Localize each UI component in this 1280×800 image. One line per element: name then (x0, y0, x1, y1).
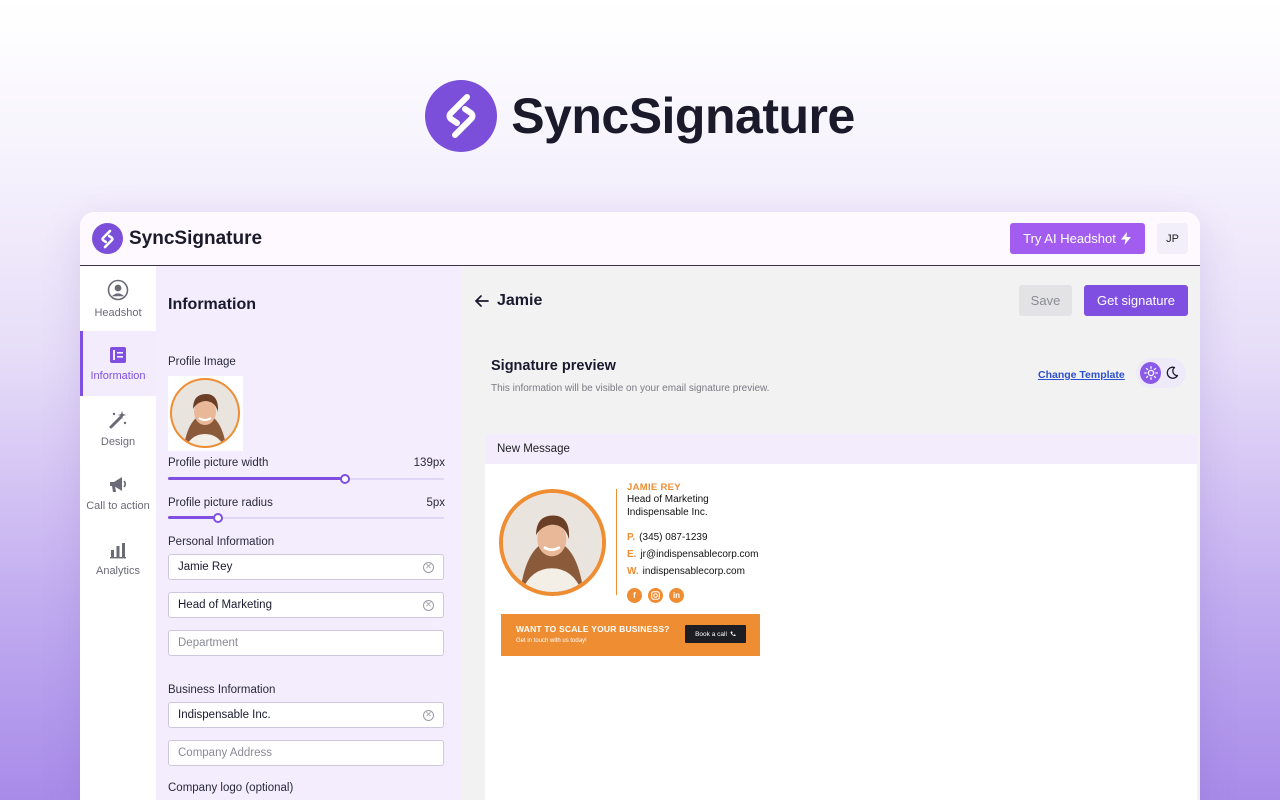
try-ai-headshot-label: Try AI Headshot (1023, 231, 1116, 246)
try-ai-headshot-button[interactable]: Try AI Headshot (1010, 223, 1145, 254)
slider-fill (168, 477, 345, 480)
nav-item-analytics[interactable]: Analytics (80, 526, 156, 591)
signature-photo (499, 489, 606, 596)
job-title-field[interactable]: ✕ (168, 592, 444, 618)
profile-radius-slider[interactable] (168, 513, 444, 523)
user-circle-icon (107, 279, 129, 300)
job-title-input[interactable] (178, 599, 423, 611)
name-field[interactable]: ✕ (168, 554, 444, 580)
nav-item-headshot[interactable]: Headshot (80, 266, 156, 331)
sun-icon[interactable] (1140, 362, 1161, 384)
slider-fill (168, 516, 218, 519)
cta-banner[interactable]: WANT TO SCALE YOUR BUSINESS? Get in touc… (501, 614, 760, 656)
megaphone-icon (110, 476, 127, 492)
magic-wand-icon (109, 410, 127, 428)
nav-item-information[interactable]: Information (80, 331, 156, 396)
email-value: jr@indispensablecorp.com (640, 549, 759, 560)
nav-item-label: Design (100, 435, 136, 448)
web-key: W. (627, 566, 639, 577)
hero: SyncSignature (0, 78, 1280, 154)
nav-item-label: Analytics (95, 564, 141, 577)
profile-image-label: Profile Image (168, 356, 236, 368)
signature-company: Indispensable Inc. (627, 507, 708, 518)
facebook-icon[interactable]: f (627, 588, 642, 603)
instagram-icon[interactable] (648, 588, 663, 603)
nav-item-label: Call to action (86, 499, 150, 512)
arrow-left-icon[interactable] (475, 295, 489, 307)
phone-key: P. (627, 532, 636, 543)
save-button[interactable]: Save (1019, 285, 1072, 316)
syncsignature-logo-icon (425, 80, 498, 152)
phone-value: (345) 087-1239 (639, 532, 708, 543)
signature-divider (616, 489, 617, 595)
phone-icon (730, 631, 736, 637)
brand-name: SyncSignature (129, 227, 263, 249)
moon-icon[interactable] (1161, 362, 1182, 384)
cta-subtitle: Get in touch with us today! (516, 638, 587, 644)
slider-knob[interactable] (339, 474, 350, 484)
information-panel: Information Profile Image Profile pictur… (156, 266, 461, 800)
company-input[interactable] (178, 709, 423, 721)
slider-knob[interactable] (212, 513, 223, 523)
brand-logo-icon (92, 223, 123, 254)
preview-title: Signature preview (491, 358, 616, 374)
hero-title: SyncSignature (511, 88, 855, 144)
email-key: E. (627, 549, 637, 560)
personal-information-label: Personal Information (168, 536, 275, 548)
back-row: Jamie (475, 292, 542, 310)
company-address-input[interactable] (178, 747, 434, 759)
theme-toggle[interactable] (1136, 358, 1186, 388)
name-input[interactable] (178, 561, 423, 573)
company-address-field[interactable] (168, 740, 444, 766)
main-preview: Jamie Save Get signature Signature previ… (461, 266, 1200, 800)
profile-width-value: 139px (413, 457, 445, 469)
left-nav: Headshot Information Design Call to acti… (80, 266, 156, 800)
linkedin-icon[interactable]: in (669, 588, 684, 603)
nav-item-label: Headshot (94, 306, 142, 319)
social-links: f in (627, 588, 684, 603)
business-information-label: Business Information (168, 684, 276, 696)
top-bar: SyncSignature Try AI Headshot JP (80, 212, 1200, 266)
get-signature-button[interactable]: Get signature (1084, 285, 1188, 316)
email-preview: New Message JAMIE REY Head of Marketing … (485, 434, 1197, 800)
company-field[interactable]: ✕ (168, 702, 444, 728)
nav-item-call-to-action[interactable]: Call to action (80, 461, 156, 526)
clear-icon[interactable]: ✕ (423, 599, 434, 611)
change-template-link[interactable]: Change Template (1038, 369, 1125, 381)
new-message-header: New Message (485, 434, 1197, 464)
signature-name-heading: Jamie (497, 292, 543, 309)
profile-radius-label: Profile picture radius (168, 497, 273, 509)
bar-chart-icon (110, 542, 126, 558)
profile-width-slider[interactable] (168, 474, 444, 484)
book-a-call-button[interactable]: Book a call (685, 625, 746, 643)
nav-item-design[interactable]: Design (80, 396, 156, 461)
signature-title: Head of Marketing (627, 494, 709, 505)
app-window: SyncSignature Try AI Headshot JP Headsho… (80, 212, 1200, 800)
preview-subtitle: This information will be visible on your… (491, 383, 770, 394)
web-value: indispensablecorp.com (642, 566, 745, 577)
department-field[interactable] (168, 630, 444, 656)
signature-name: JAMIE REY (627, 482, 681, 493)
lightning-icon (1120, 232, 1131, 245)
department-input[interactable] (178, 637, 434, 649)
profile-image-thumbnail[interactable] (168, 376, 243, 451)
user-avatar[interactable]: JP (1157, 223, 1188, 254)
book-a-call-label: Book a call (695, 630, 727, 638)
company-logo-label: Company logo (optional) (168, 782, 294, 794)
panel-title: Information (168, 296, 256, 313)
profile-radius-value: 5px (426, 497, 445, 509)
clear-icon[interactable]: ✕ (423, 561, 434, 573)
cta-title: WANT TO SCALE YOUR BUSINESS? (516, 624, 670, 634)
clear-icon[interactable]: ✕ (423, 709, 434, 721)
signature-phone: P. (345) 087-1239 (627, 532, 708, 543)
signature-email: E. jr@indispensablecorp.com (627, 549, 758, 560)
brand[interactable]: SyncSignature (92, 223, 262, 254)
id-card-icon (110, 346, 126, 363)
profile-width-label: Profile picture width (168, 457, 269, 469)
signature-web: W. indispensablecorp.com (627, 566, 745, 577)
nav-item-label: Information (90, 369, 146, 382)
